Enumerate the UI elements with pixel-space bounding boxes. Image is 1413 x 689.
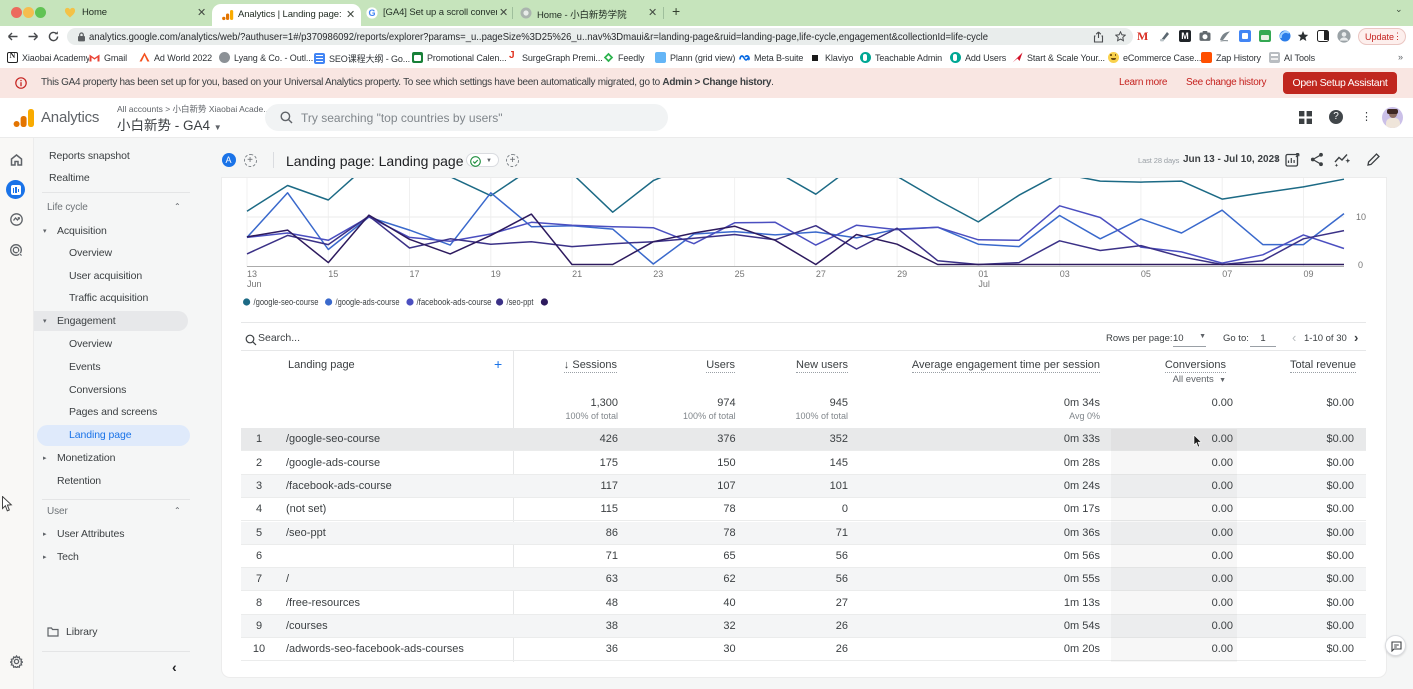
- svg-text:G: G: [368, 8, 375, 18]
- svg-text:23: 23: [653, 269, 663, 279]
- svg-text:/google-ads-course: /google-ads-course: [336, 297, 400, 307]
- svg-text:/facebook-ads-course: /facebook-ads-course: [417, 297, 492, 307]
- svg-text:17: 17: [410, 269, 420, 279]
- svg-text:/google-seo-course: /google-seo-course: [254, 297, 319, 307]
- svg-text:19: 19: [491, 269, 501, 279]
- svg-text:0: 0: [1358, 260, 1363, 270]
- svg-text:Jun: Jun: [247, 279, 262, 289]
- svg-text:analytics.google.com/analytics: analytics.google.com/analytics/web/?auth…: [89, 31, 988, 43]
- svg-text:21: 21: [572, 269, 582, 279]
- svg-text:13: 13: [247, 269, 257, 279]
- svg-text:09: 09: [1304, 269, 1314, 279]
- svg-text:/seo-ppt: /seo-ppt: [507, 297, 534, 307]
- svg-text:25: 25: [735, 269, 745, 279]
- svg-text:10: 10: [1356, 212, 1366, 222]
- svg-text:01: 01: [978, 269, 988, 279]
- svg-text:29: 29: [897, 269, 907, 279]
- svg-text:07: 07: [1222, 269, 1232, 279]
- svg-text:03: 03: [1060, 269, 1070, 279]
- svg-text:27: 27: [816, 269, 826, 279]
- svg-text:05: 05: [1141, 269, 1151, 279]
- svg-text:Jul: Jul: [978, 279, 990, 289]
- svg-text:15: 15: [328, 269, 338, 279]
